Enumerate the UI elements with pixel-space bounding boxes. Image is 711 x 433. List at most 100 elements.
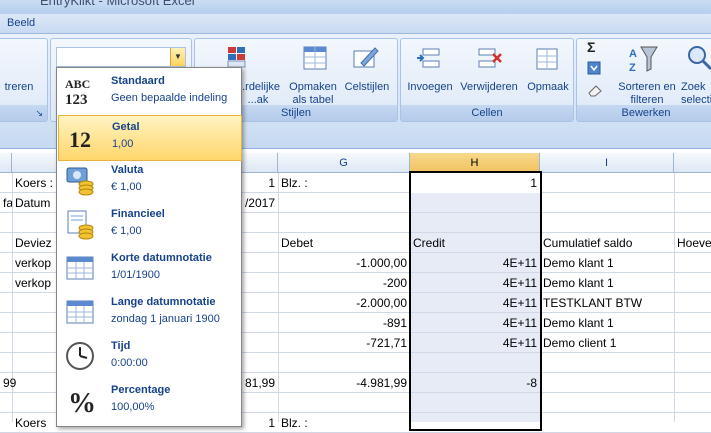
svg-text:ABC: ABC	[65, 77, 90, 91]
format-option-percentage[interactable]: % Percentage 100,00%	[58, 379, 240, 423]
format-title: Tijd	[111, 340, 131, 352]
insert-button[interactable]: Invoegen	[403, 81, 457, 94]
format-sample: Geen bepaalde indeling	[111, 92, 228, 104]
cell[interactable]: -200	[278, 273, 410, 293]
cell[interactable]: TESTKLANT BTW	[540, 293, 674, 313]
autosum-icon[interactable]: Σ	[587, 40, 595, 54]
combo-dropdown-arrow-icon[interactable]: ▼	[170, 48, 185, 66]
tab-beeld[interactable]: Beeld	[7, 17, 35, 29]
format-sample: 1,00	[112, 138, 134, 150]
cell[interactable]: -2.000,00	[278, 293, 410, 313]
format-option-financieel[interactable]: Financieel € 1,00	[58, 203, 240, 247]
format-title: Getal	[112, 121, 140, 133]
ribbon-group-alignment: treren ↘	[0, 38, 48, 122]
currency-icon	[66, 167, 94, 196]
accounting-icon	[67, 210, 94, 240]
dialog-launcher-icon[interactable]: ↘	[35, 105, 43, 121]
svg-text:%: %	[68, 388, 96, 416]
cell[interactable]: 1	[240, 173, 278, 193]
cell-styles-button[interactable]: Celstijlen	[341, 81, 393, 94]
format-as-table-label: Opmaken	[289, 81, 337, 93]
format-sample: € 1,00	[111, 181, 142, 193]
abc-123-icon: ABC 123	[65, 77, 90, 107]
cell[interactable]: Demo klant 1	[540, 253, 674, 273]
cell[interactable]: /2017	[240, 193, 278, 213]
svg-text:12: 12	[69, 127, 91, 152]
ribbon-tab-bar: Beeld	[0, 14, 711, 34]
column-header-f[interactable]	[240, 153, 278, 173]
cell[interactable]: 99	[0, 373, 30, 393]
format-option-korte-datum[interactable]: Korte datumnotatie 1/01/1900	[58, 247, 240, 291]
insert-cells-icon[interactable]	[415, 45, 443, 73]
format-option-standaard[interactable]: ABC 123 Standaard Geen bepaalde indeling	[58, 70, 240, 114]
cell[interactable]: 1	[240, 413, 278, 433]
group-label-cells: Cellen	[401, 105, 573, 121]
svg-text:Z: Z	[629, 62, 636, 74]
cell[interactable]: -891	[278, 313, 410, 333]
number-format-combo[interactable]	[56, 47, 186, 67]
format-title: Financieel	[111, 208, 165, 220]
find-select-label: Zoek	[681, 81, 706, 93]
delete-cells-icon[interactable]	[475, 45, 503, 73]
ribbon-group-editing: Σ A Z Sorteren en filteren Zoek selecti …	[576, 38, 711, 122]
format-sample: zondag 1 januari 1900	[111, 313, 220, 325]
format-title: Percentage	[111, 384, 171, 396]
cell[interactable]: -721,71	[278, 333, 410, 353]
find-select-button[interactable]: Zoek selecti	[681, 81, 711, 107]
cell[interactable]: Demo client 1	[540, 333, 674, 353]
column-header-partial[interactable]	[0, 153, 12, 173]
window-title: EntryKlikt - Microsoft Excel	[40, 0, 195, 8]
group-label-editing: Bewerken	[577, 105, 711, 121]
partial-label: treren	[4, 81, 34, 93]
percent-icon: %	[68, 388, 96, 416]
sort-filter-button[interactable]: Sorteren en filteren	[615, 81, 679, 107]
column-header-g[interactable]: G	[278, 153, 410, 173]
sort-filter-label: Sorteren en	[618, 81, 676, 93]
clock-icon	[66, 342, 94, 370]
format-as-table-button[interactable]: Opmaken als tabel	[283, 81, 343, 107]
column-header-i[interactable]: I	[540, 153, 674, 173]
format-option-getal[interactable]: 12 Getal 1,00	[58, 115, 242, 161]
cell[interactable]: Blz. :	[278, 173, 410, 193]
ribbon-group-cells: Invoegen Verwijderen Opmaak Cellen	[400, 38, 574, 122]
number-12-icon: 12	[69, 127, 91, 152]
format-option-valuta[interactable]: Valuta € 1,00	[58, 159, 240, 203]
format-button[interactable]: Opmaak	[523, 81, 573, 94]
cell[interactable]: -1.000,00	[278, 253, 410, 273]
cell[interactable]: Cumulatief saldo	[540, 233, 674, 253]
format-cells-icon[interactable]	[533, 45, 561, 73]
cell[interactable]: Hoeve	[674, 233, 711, 253]
calendar-short-icon	[66, 256, 94, 280]
cell[interactable]: Demo klant 1	[540, 273, 674, 293]
format-sample: 100,00%	[111, 401, 155, 413]
title-bar: EntryKlikt - Microsoft Excel	[0, 0, 711, 14]
clear-icon[interactable]	[587, 83, 605, 97]
calendar-long-icon	[66, 300, 94, 324]
cell[interactable]: Debet	[278, 233, 410, 253]
cell[interactable]: Demo klant 1	[540, 313, 674, 333]
format-title: Valuta	[111, 164, 144, 176]
svg-text:123: 123	[65, 92, 88, 107]
group-launcher-alignment[interactable]: ↘	[0, 105, 47, 121]
delete-button[interactable]: Verwijderen	[457, 81, 521, 94]
format-title: Lange datumnotatie	[111, 296, 216, 308]
find-select-icon[interactable]	[685, 43, 711, 75]
cell[interactable]: fa	[0, 193, 12, 213]
format-as-table-icon[interactable]	[301, 45, 329, 73]
fill-icon[interactable]	[587, 61, 603, 75]
format-sample: € 1,00	[111, 225, 142, 237]
format-title: Korte datumnotatie	[111, 252, 212, 264]
sort-filter-icon[interactable]: A Z	[627, 43, 659, 75]
cell[interactable]: -4.981,99	[278, 373, 410, 393]
number-format-dropdown: ABC 123 Standaard Geen bepaalde indeling…	[56, 67, 242, 427]
column-header-h[interactable]: H	[410, 153, 540, 173]
format-option-tijd[interactable]: Tijd 0:00:00	[58, 335, 240, 379]
format-title: Standaard	[111, 75, 165, 87]
column-selection-border	[409, 171, 542, 431]
format-sample: 1/01/1900	[111, 269, 160, 281]
cell-styles-icon[interactable]	[351, 45, 379, 73]
format-option-lange-datum[interactable]: Lange datumnotatie zondag 1 januari 1900	[58, 291, 240, 335]
cell[interactable]: Blz. :	[278, 413, 410, 433]
svg-text:A: A	[629, 48, 637, 60]
format-sample: 0:00:00	[111, 357, 148, 369]
